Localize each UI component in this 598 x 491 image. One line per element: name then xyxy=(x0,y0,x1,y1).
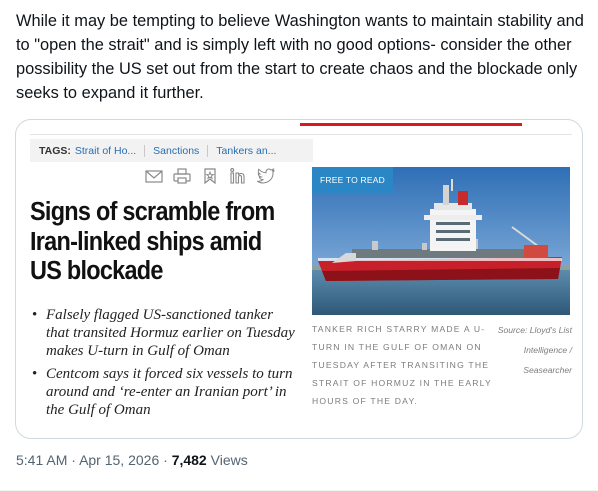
tanker-photo[interactable]: FREE TO READ xyxy=(312,167,570,315)
email-icon[interactable] xyxy=(144,167,164,185)
meta-separator: · xyxy=(163,452,168,468)
tags-bar: TAGS: Strait of Ho... Sanctions Tankers … xyxy=(30,139,313,162)
bullet-item: Falsely flagged US-sanctioned tanker tha… xyxy=(30,306,295,360)
photo-caption: Tanker Rich Starry made a U-turn in the … xyxy=(312,324,492,406)
tweet-meta: 5:41 AM · Apr 15, 2026 · 7,482 Views xyxy=(16,452,248,468)
article-card[interactable]: TAGS: Strait of Ho... Sanctions Tankers … xyxy=(15,119,583,439)
print-icon[interactable] xyxy=(172,167,192,185)
share-icons xyxy=(144,167,276,185)
tweet-text: While it may be tempting to believe Wash… xyxy=(16,12,584,102)
article-headline[interactable]: Signs of scramble from Iran-linked ships… xyxy=(30,198,283,287)
tweet-time[interactable]: 5:41 AM xyxy=(16,452,67,468)
summary-bullets: Falsely flagged US-sanctioned tanker tha… xyxy=(30,306,295,424)
views-count: 7,482 xyxy=(171,452,207,468)
tag-sanctions[interactable]: Sanctions xyxy=(145,145,207,157)
tweet-date[interactable]: Apr 15, 2026 xyxy=(79,452,159,468)
bookmark-icon[interactable] xyxy=(200,167,220,185)
photo-source: Source: Lloyd's List Intelligence / Seas… xyxy=(497,325,572,375)
tags-label: TAGS: xyxy=(39,144,71,157)
meta-separator: · xyxy=(71,452,76,468)
tag-strait-of-hormuz[interactable]: Strait of Ho... xyxy=(75,145,144,157)
tag-tankers[interactable]: Tankers an... xyxy=(208,145,284,157)
accent-line xyxy=(300,123,522,126)
divider xyxy=(30,134,572,135)
twitter-icon[interactable] xyxy=(256,167,276,185)
free-to-read-badge: FREE TO READ xyxy=(312,167,393,193)
linkedin-icon[interactable] xyxy=(228,167,248,185)
bullet-item: Centcom says it forced six vessels to tu… xyxy=(30,365,295,419)
views-label: Views xyxy=(210,452,248,468)
